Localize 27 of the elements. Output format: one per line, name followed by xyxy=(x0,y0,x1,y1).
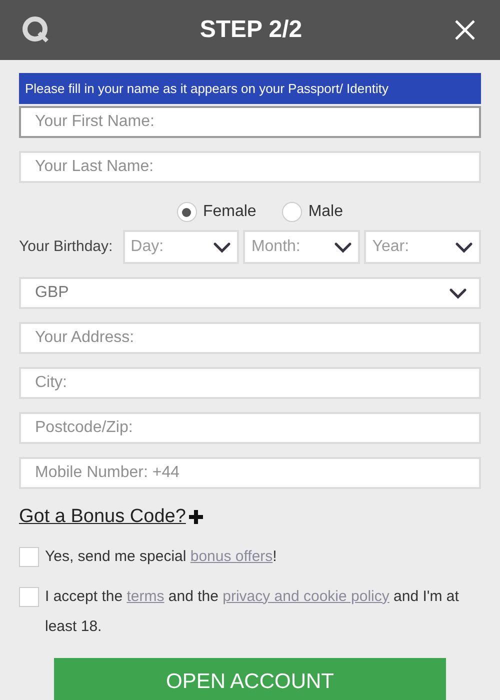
select-field[interactable]: Month: xyxy=(243,230,360,264)
text-field[interactable]: Your First Name: xyxy=(19,106,481,138)
radio-icon[interactable] xyxy=(176,202,197,222)
chevron-down-icon xyxy=(334,242,352,252)
policy-link[interactable]: bonus offers xyxy=(190,548,273,564)
logo-icon xyxy=(22,16,50,44)
radio-icon[interactable] xyxy=(282,202,302,222)
chevron-down-icon xyxy=(455,242,474,252)
currency-select[interactable]: GBP xyxy=(19,277,481,309)
plus-icon[interactable] xyxy=(188,509,204,526)
chevron-down-icon xyxy=(213,242,232,252)
consent-text: Yes, send me special bonus offers! xyxy=(45,546,277,566)
bonus-code-link[interactable]: Got a Bonus Code? xyxy=(19,503,186,532)
select-field[interactable]: Year: xyxy=(364,230,482,264)
consent-text: I accept the terms and the privacy and cookie policy and I'm at least 18. xyxy=(45,586,460,636)
open-account-button[interactable]: OPEN ACCOUNT xyxy=(54,658,446,700)
dialog-title: STEP 2/2 xyxy=(200,15,302,45)
chevron-down-icon xyxy=(449,288,467,298)
checkbox[interactable] xyxy=(19,546,39,566)
radio-option[interactable]: Female xyxy=(176,200,256,224)
notice-banner: Please fill in your name as it appears on your Passport/ Identity xyxy=(19,73,481,104)
checkbox[interactable] xyxy=(19,586,39,606)
birthday-label: Your Birthday: xyxy=(19,236,113,257)
select-field[interactable]: Day: xyxy=(122,230,240,264)
radio-option[interactable]: Male xyxy=(282,200,344,224)
policy-link[interactable]: privacy and cookie policy xyxy=(222,588,390,604)
policy-link[interactable]: terms xyxy=(126,588,164,604)
